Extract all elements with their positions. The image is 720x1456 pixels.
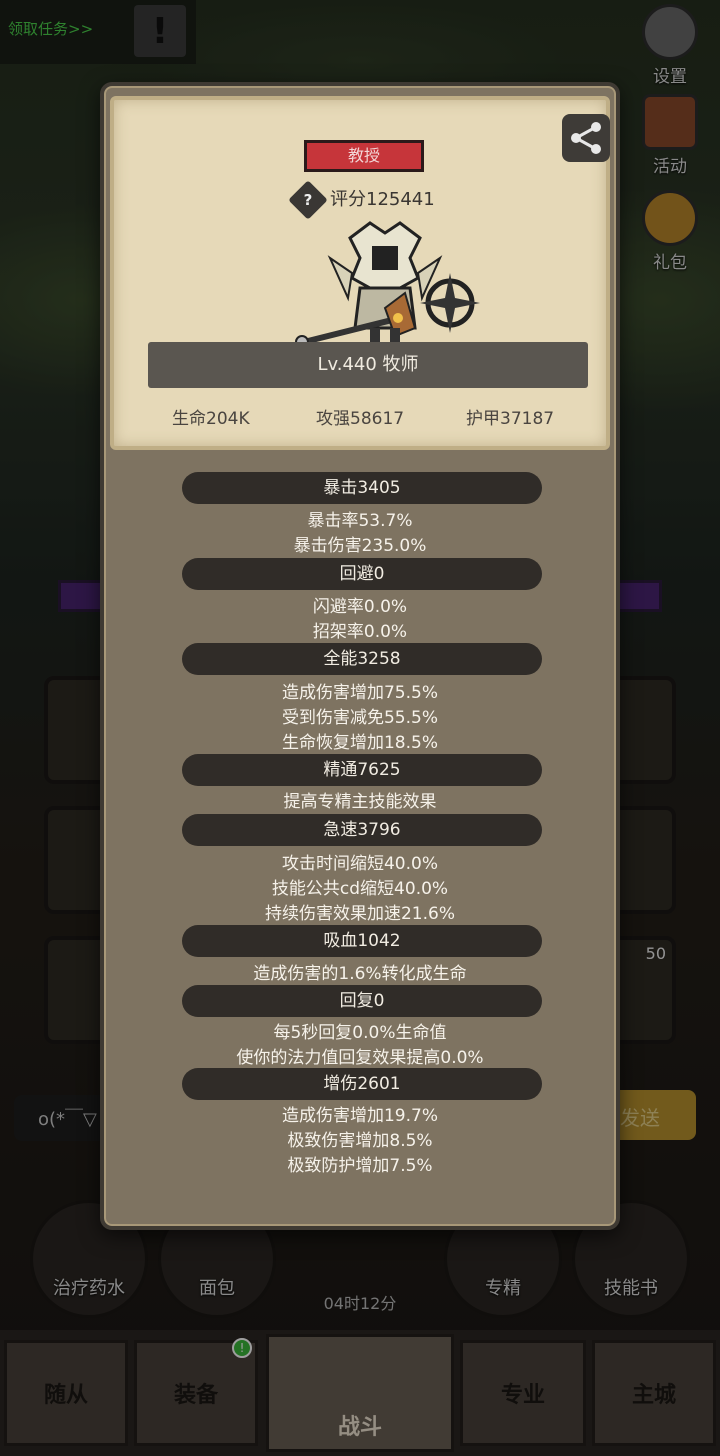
section-line: 暴击伤害235.0%	[293, 536, 427, 556]
section-line: 造成伤害的1.6%转化成生命	[253, 964, 467, 984]
section-header: 吸血1042	[182, 925, 542, 957]
section-header: 全能3258	[182, 643, 542, 675]
character-card: 教授 ? 评分125441 Lv.440 牧师 生命204K 攻强58617 护…	[110, 96, 610, 450]
section-header: 回复0	[182, 985, 542, 1017]
section-line: 提高专精主技能效果	[283, 792, 437, 812]
section-line: 造成伤害增加19.7%	[281, 1106, 438, 1126]
section-line: 受到伤害减免55.5%	[281, 708, 438, 728]
score-text: 评分125441	[330, 189, 435, 210]
armor-stat: 护甲37187	[466, 409, 555, 429]
section-line: 持续伤害效果加速21.6%	[264, 904, 455, 924]
section-line: 暴击率53.7%	[307, 511, 413, 531]
hero-portrait	[295, 221, 480, 350]
attack-stat: 攻强58617	[316, 409, 405, 429]
section-line: 使你的法力值回复效果提高0.0%	[236, 1048, 484, 1068]
section-header: 暴击3405	[182, 472, 542, 504]
section-line: 闪避率0.0%	[312, 597, 408, 617]
name-level-bar: Lv.440 牧师	[148, 342, 588, 388]
section-line: 技能公共cd缩短40.0%	[271, 879, 449, 899]
section-line: 造成伤害增加75.5%	[281, 683, 438, 703]
section-line: 极致伤害增加8.5%	[287, 1131, 433, 1151]
section-line: 极致防护增加7.5%	[287, 1156, 433, 1176]
section-line: 招架率0.0%	[312, 622, 408, 642]
section-header: 精通7625	[182, 754, 542, 786]
hp-stat: 生命204K	[172, 409, 250, 429]
help-icon[interactable]: ?	[294, 186, 322, 214]
section-header: 增伤2601	[182, 1068, 542, 1100]
section-line: 每5秒回复0.0%生命值	[273, 1023, 447, 1043]
section-header: 回避0	[182, 558, 542, 590]
share-icon	[571, 122, 601, 154]
section-header: 急速3796	[182, 814, 542, 846]
share-button[interactable]	[562, 114, 610, 162]
section-line: 生命恢复增加18.5%	[281, 733, 438, 753]
section-line: 攻击时间缩短40.0%	[281, 854, 438, 874]
title-badge: 教授	[304, 140, 424, 172]
character-info-dialog: 教授 ? 评分125441 Lv.440 牧师 生命204K 攻强58617 护…	[100, 82, 620, 1230]
